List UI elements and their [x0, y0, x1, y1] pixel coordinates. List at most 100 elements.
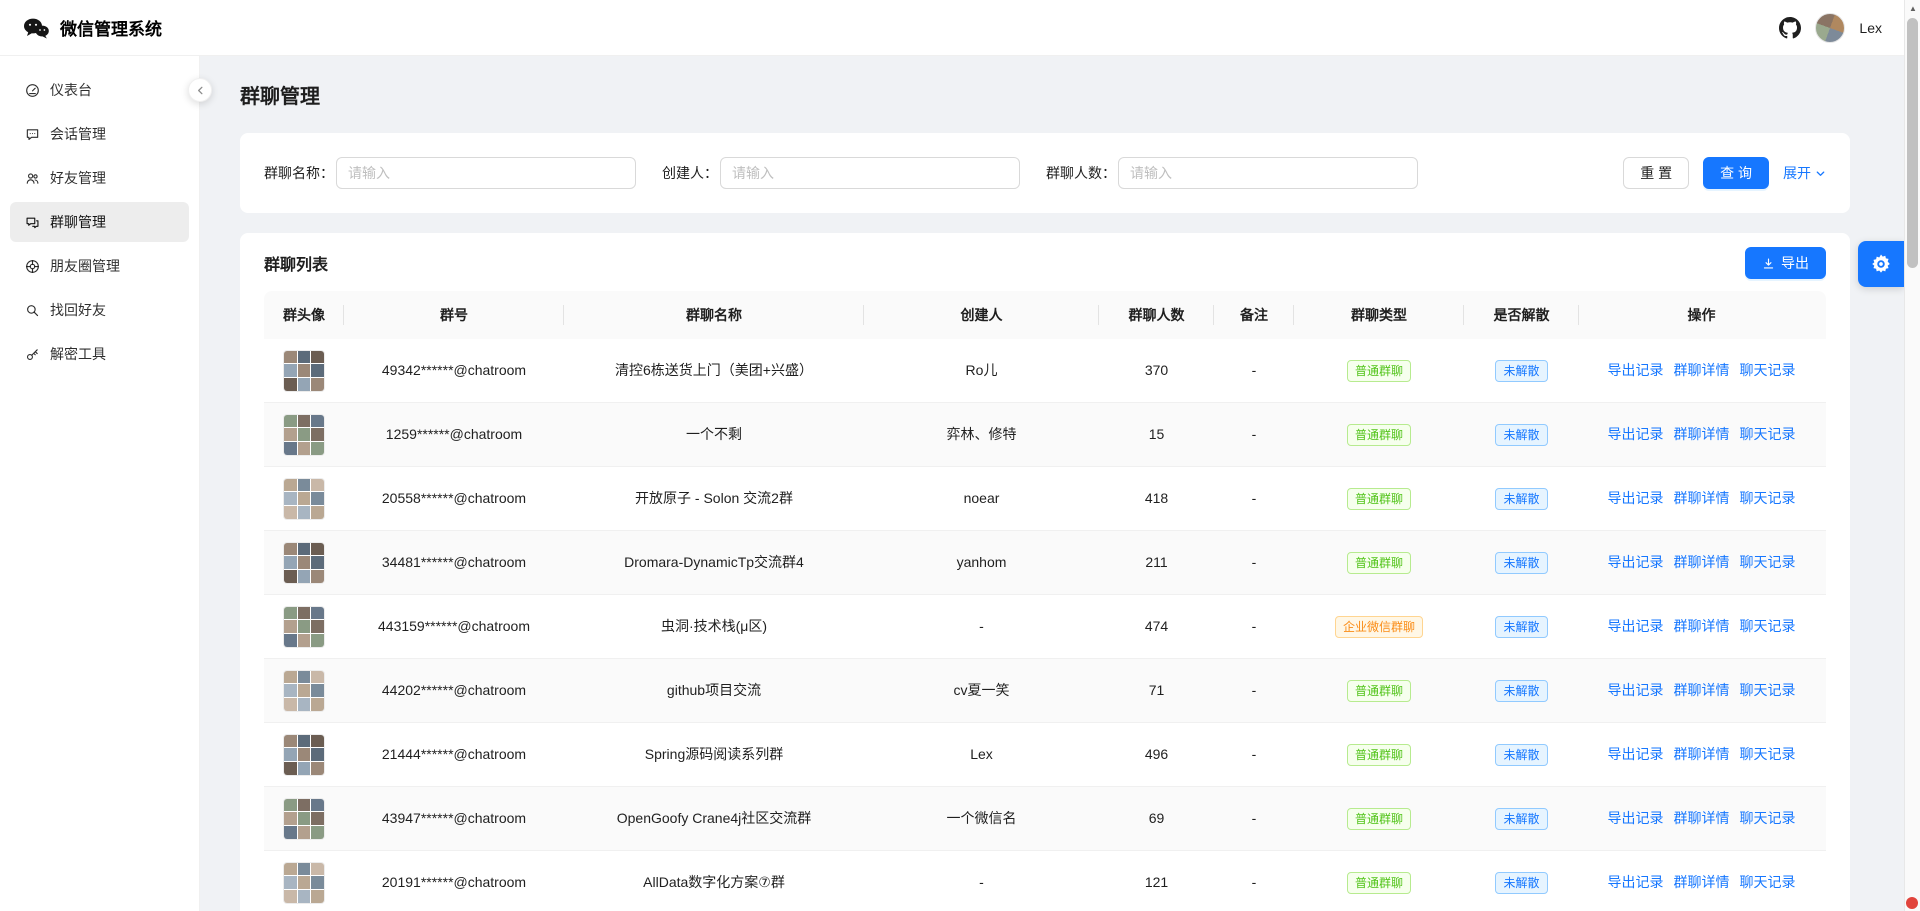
- member-count-input-label: 群聊人数：: [1046, 165, 1116, 181]
- member-count: 370: [1144, 361, 1169, 378]
- chat-record-link[interactable]: 聊天记录: [1740, 553, 1796, 573]
- group-type-tag: 普通群聊: [1346, 743, 1411, 766]
- group-detail-link[interactable]: 群聊详情: [1674, 425, 1730, 445]
- creator-input[interactable]: [720, 157, 1020, 189]
- group-avatar: [283, 477, 325, 520]
- group-id: 20558******@chatroom: [381, 489, 527, 506]
- export-record-link[interactable]: 导出记录: [1608, 809, 1664, 829]
- column-header-avatar: 群头像: [264, 291, 344, 339]
- group-detail-link[interactable]: 群聊详情: [1674, 745, 1730, 765]
- sidebar-item-friends[interactable]: 好友管理: [10, 158, 189, 198]
- group-name: Dromara-DynamicTp交流群4: [624, 553, 804, 570]
- export-record-link[interactable]: 导出记录: [1608, 745, 1664, 765]
- group-type-tag: 普通群聊: [1346, 359, 1411, 382]
- export-record-link[interactable]: 导出记录: [1608, 873, 1664, 893]
- chat-record-link[interactable]: 聊天记录: [1740, 617, 1796, 637]
- table-header-row: 群头像 群号 群聊名称 创建人 群聊人数 备注 群聊类型 是否解散 操作: [264, 291, 1826, 339]
- expand-toggle[interactable]: 展开: [1783, 163, 1826, 183]
- table-row: 49342******@chatroom 清控6栋送货上门（美团+兴盛） Ro儿 37…: [264, 339, 1826, 403]
- table-row: 20558******@chatroom 开放原子 - Solon 交流2群 noe…: [264, 467, 1826, 531]
- app-title: 微信管理系统: [60, 20, 162, 39]
- group-id: 21444******@chatroom: [381, 745, 527, 762]
- group-detail-link[interactable]: 群聊详情: [1674, 553, 1730, 573]
- group-detail-link[interactable]: 群聊详情: [1674, 873, 1730, 893]
- chat-record-link[interactable]: 聊天记录: [1740, 489, 1796, 509]
- group-name-input-field: 群聊名称：: [264, 157, 636, 189]
- group-type-tag: 普通群聊: [1346, 551, 1411, 574]
- chevron-left-icon: [195, 85, 206, 96]
- settings-gear-button[interactable]: [1858, 241, 1904, 287]
- group-name: 一个不剩: [686, 425, 742, 442]
- creator-input-field: 创建人：: [662, 157, 1020, 189]
- sidebar-collapse-button[interactable]: [188, 78, 212, 102]
- group-detail-link[interactable]: 群聊详情: [1674, 489, 1730, 509]
- sidebar-item-label: 好友管理: [50, 170, 106, 186]
- moments-icon: [24, 258, 40, 274]
- chat-record-link[interactable]: 聊天记录: [1740, 809, 1796, 829]
- group-detail-link[interactable]: 群聊详情: [1674, 681, 1730, 701]
- reset-button[interactable]: 重 置: [1623, 157, 1690, 189]
- export-record-link[interactable]: 导出记录: [1608, 681, 1664, 701]
- sidebar-item-decrypt-tools[interactable]: 解密工具: [10, 334, 189, 374]
- group-name: OpenGoofy Crane4j社区交流群: [616, 809, 812, 826]
- sidebar-item-dashboard[interactable]: 仪表台: [10, 70, 189, 110]
- github-icon[interactable]: [1779, 16, 1802, 39]
- sidebar-item-group-chats[interactable]: 群聊管理: [10, 202, 189, 242]
- scrollbar-up-arrow[interactable]: ▲: [1905, 1, 1920, 15]
- dissolved-status-tag: 未解散: [1495, 359, 1548, 382]
- table-row: 1259******@chatroom 一个不剩 弈林、修特 15 - 普通群聊 未解散 导出…: [264, 403, 1826, 467]
- dissolved-status-tag: 未解散: [1495, 743, 1548, 766]
- chat-record-link[interactable]: 聊天记录: [1740, 425, 1796, 445]
- group-name: 开放原子 - Solon 交流2群: [635, 489, 793, 506]
- creator: -: [979, 617, 984, 634]
- sidebar-item-recover-friends[interactable]: 找回好友: [10, 290, 189, 330]
- export-record-link[interactable]: 导出记录: [1608, 489, 1664, 509]
- dissolved-status-tag: 未解散: [1495, 807, 1548, 830]
- group-detail-link[interactable]: 群聊详情: [1674, 809, 1730, 829]
- scrollbar-thumb[interactable]: [1907, 18, 1918, 268]
- export-record-link[interactable]: 导出记录: [1608, 553, 1664, 573]
- column-header-group-type: 群聊类型: [1294, 291, 1464, 339]
- avatar[interactable]: [1815, 12, 1846, 43]
- sidebar-item-label: 会话管理: [50, 126, 106, 142]
- expand-label: 展开: [1783, 165, 1811, 181]
- group-id: 43947******@chatroom: [381, 809, 527, 826]
- export-label: 导出: [1781, 255, 1809, 271]
- row-actions: 导出记录 群聊详情 聊天记录: [1579, 745, 1824, 765]
- member-count-input-field: 群聊人数：: [1046, 157, 1418, 189]
- download-icon: [1762, 257, 1775, 270]
- wechat-logo-icon: [22, 16, 50, 40]
- sidebar-item-sessions[interactable]: 会话管理: [10, 114, 189, 154]
- export-record-link[interactable]: 导出记录: [1608, 361, 1664, 381]
- chat-record-link[interactable]: 聊天记录: [1740, 745, 1796, 765]
- group-detail-link[interactable]: 群聊详情: [1674, 361, 1730, 381]
- dissolved-status-tag: 未解散: [1495, 423, 1548, 446]
- sidebar-nav: 仪表台会话管理好友管理群聊管理 朋友圈管理 找回好友 解密工具: [0, 70, 199, 374]
- creator: noear: [963, 489, 1000, 506]
- chat-record-link[interactable]: 聊天记录: [1740, 361, 1796, 381]
- row-actions: 导出记录 群聊详情 聊天记录: [1579, 617, 1824, 637]
- member-count-input[interactable]: [1118, 157, 1418, 189]
- sidebar: 仪表台会话管理好友管理群聊管理 朋友圈管理 找回好友 解密工具: [0, 56, 200, 911]
- group-name: 虫洞·技术栈(μ区): [660, 617, 768, 634]
- export-record-link[interactable]: 导出记录: [1608, 617, 1664, 637]
- table-row: 443159******@chatroom 虫洞·技术栈(μ区) - 474 - 企业微信…: [264, 595, 1826, 659]
- group-avatar: [283, 733, 325, 776]
- export-button[interactable]: 导出: [1745, 247, 1826, 279]
- row-actions: 导出记录 群聊详情 聊天记录: [1579, 809, 1824, 829]
- creator: yanhom: [956, 553, 1007, 570]
- group-avatar: [283, 541, 325, 584]
- group-list-panel: 群聊列表 导出 群头像 群号 群聊名称 创建人 群聊人数 备注 群聊类型 是否解散 操作 493…: [240, 233, 1850, 911]
- creator: Lex: [970, 745, 993, 762]
- table-row: 43947******@chatroom OpenGoofy Crane4j社区交…: [264, 787, 1826, 851]
- sidebar-item-moments[interactable]: 朋友圈管理: [10, 246, 189, 286]
- chat-record-link[interactable]: 聊天记录: [1740, 681, 1796, 701]
- creator-input-label: 创建人：: [662, 165, 718, 181]
- chat-record-link[interactable]: 聊天记录: [1740, 873, 1796, 893]
- member-count: 418: [1144, 489, 1169, 506]
- group-detail-link[interactable]: 群聊详情: [1674, 617, 1730, 637]
- group-name-input[interactable]: [336, 157, 636, 189]
- search-button[interactable]: 查 询: [1703, 157, 1769, 189]
- export-record-link[interactable]: 导出记录: [1608, 425, 1664, 445]
- username[interactable]: Lex: [1859, 20, 1882, 36]
